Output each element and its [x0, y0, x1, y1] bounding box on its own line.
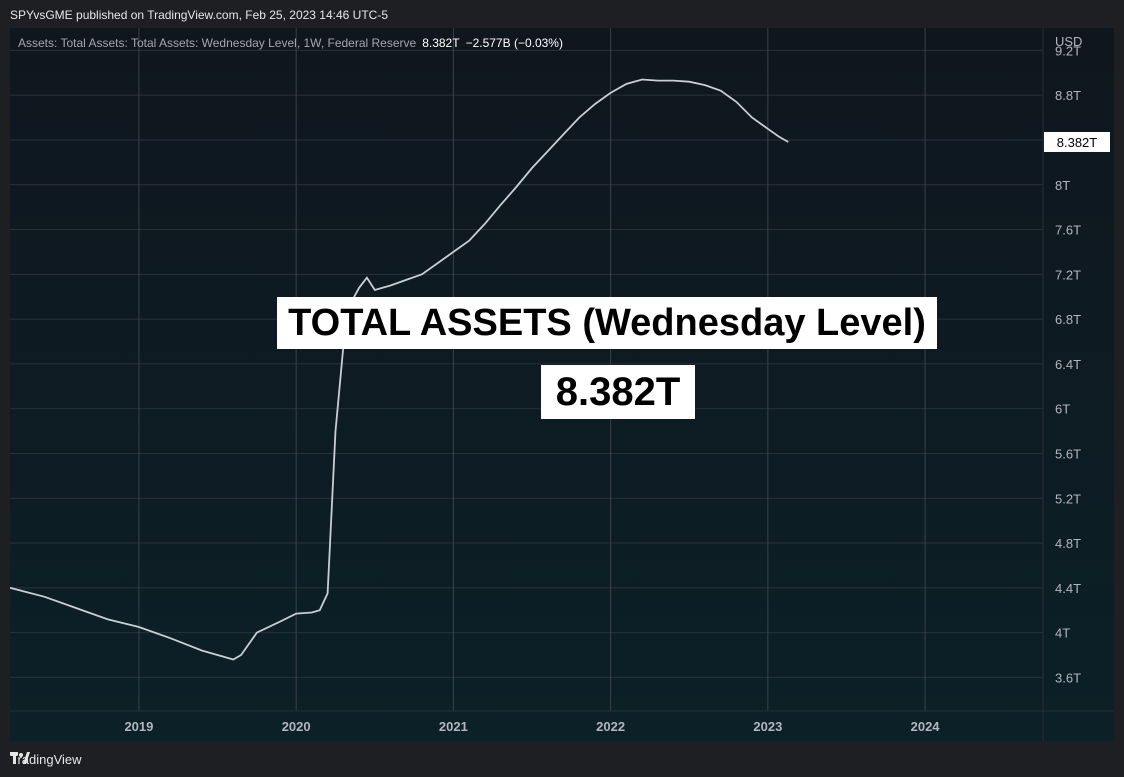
x-tick-label: 2023	[753, 719, 782, 734]
legend-change: −2.577B (−0.03%)	[465, 36, 563, 50]
y-tick-label: 6.4T	[1055, 357, 1081, 372]
overlay-value: 8.382T	[541, 365, 695, 419]
y-tick-label: 7.6T	[1055, 223, 1081, 238]
y-tick-label: 8T	[1055, 178, 1070, 193]
x-tick-label: 2021	[439, 719, 468, 734]
x-tick-label: 2024	[911, 719, 941, 734]
y-tick-label: 7.2T	[1055, 267, 1081, 282]
grid-lines	[10, 28, 1043, 711]
series-legend[interactable]: Assets: Total Assets: Total Assets: Wedn…	[18, 36, 563, 50]
x-tick-label: 2019	[124, 719, 153, 734]
publish-info: SPYvsGME published on TradingView.com, F…	[10, 8, 388, 22]
y-tick-label: 8.8T	[1055, 88, 1081, 103]
footer-branding[interactable]: TradingView	[10, 752, 82, 767]
y-tick-label: 4.4T	[1055, 581, 1081, 596]
x-axis-ticks: 2019 2020 2021 2022 2023 2024	[124, 719, 940, 734]
legend-title: Assets: Total Assets: Total Assets: Wedn…	[18, 36, 417, 50]
tradingview-logo-icon	[10, 752, 30, 764]
y-tick-label: 9.2T	[1055, 43, 1081, 58]
y-tick-label: 4T	[1055, 626, 1070, 641]
y-tick-label: 6.8T	[1055, 312, 1081, 327]
y-tick-label: 6T	[1055, 402, 1070, 417]
chart-frame[interactable]: USD 3.6T 4T 4.4T 4.8T 5.2T 5.6T 6T 6.4T 6.8T 7.2T…	[10, 28, 1114, 742]
legend-last-value: 8.382T	[422, 36, 460, 50]
last-value-marker: 8.382T	[1044, 131, 1110, 152]
y-tick-label: 5.6T	[1055, 446, 1081, 461]
overlay-title: TOTAL ASSETS (Wednesday Level)	[277, 297, 937, 349]
x-tick-label: 2020	[282, 719, 311, 734]
y-tick-label: 5.2T	[1055, 491, 1081, 506]
x-tick-label: 2022	[596, 719, 625, 734]
last-value-label: 8.382T	[1057, 135, 1098, 150]
y-tick-label: 3.6T	[1055, 670, 1081, 685]
y-tick-label: 4.8T	[1055, 536, 1081, 551]
